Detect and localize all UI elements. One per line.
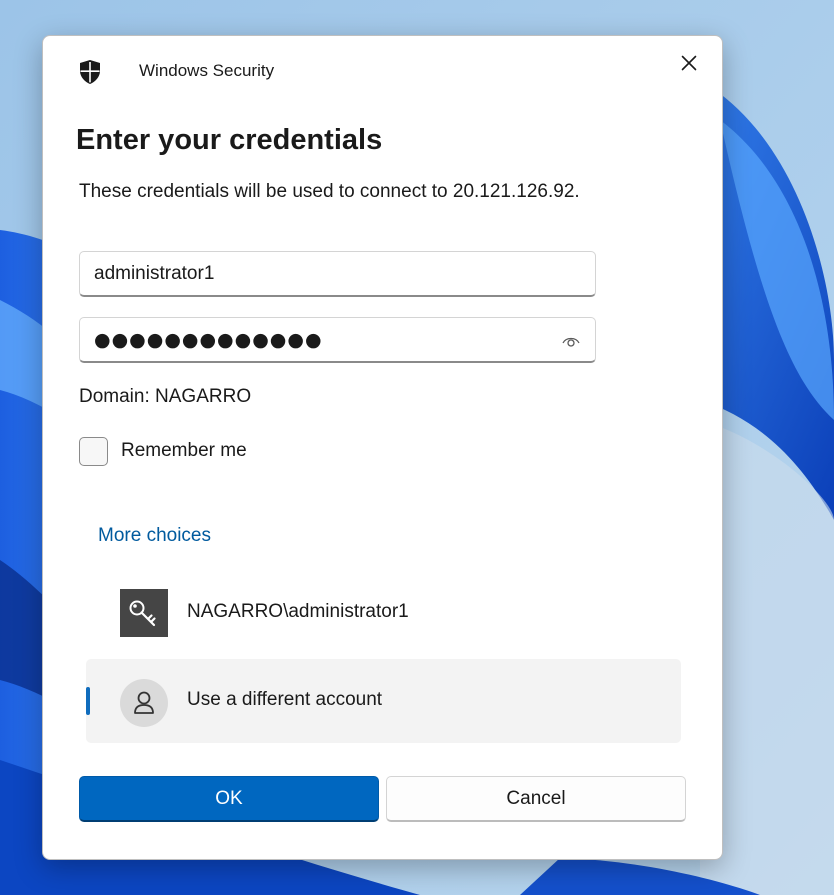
- close-icon: [681, 55, 697, 71]
- account-option-different-account[interactable]: Use a different account: [86, 659, 681, 743]
- account-label: Use a different account: [187, 689, 383, 710]
- selection-indicator: [86, 687, 90, 715]
- more-choices-link[interactable]: More choices: [98, 525, 211, 547]
- key-icon: [120, 589, 168, 637]
- account-option-nagarro-administrator1[interactable]: NAGARRO\administrator1: [86, 571, 681, 655]
- password-field[interactable]: ●●●●●●●●●●●●●: [79, 317, 596, 363]
- remember-me-checkbox[interactable]: [79, 437, 108, 466]
- account-label: NAGARRO\administrator1: [187, 601, 409, 622]
- domain-text: Domain: NAGARRO: [79, 386, 252, 407]
- cancel-button[interactable]: Cancel: [386, 776, 686, 822]
- shield-icon: [78, 59, 102, 85]
- person-icon: [120, 679, 168, 727]
- credentials-dialog: Windows Security Enter your credentials …: [42, 35, 723, 860]
- remember-me-label[interactable]: Remember me: [121, 440, 247, 462]
- username-field[interactable]: administrator1: [79, 251, 596, 297]
- ok-button[interactable]: OK: [79, 776, 379, 822]
- dialog-heading: Enter your credentials: [76, 124, 383, 156]
- password-value: ●●●●●●●●●●●●●: [94, 329, 323, 351]
- eye-icon[interactable]: [561, 331, 581, 351]
- app-title: Windows Security: [139, 61, 275, 80]
- close-button[interactable]: [675, 49, 703, 77]
- dialog-description: These credentials will be used to connec…: [79, 181, 580, 202]
